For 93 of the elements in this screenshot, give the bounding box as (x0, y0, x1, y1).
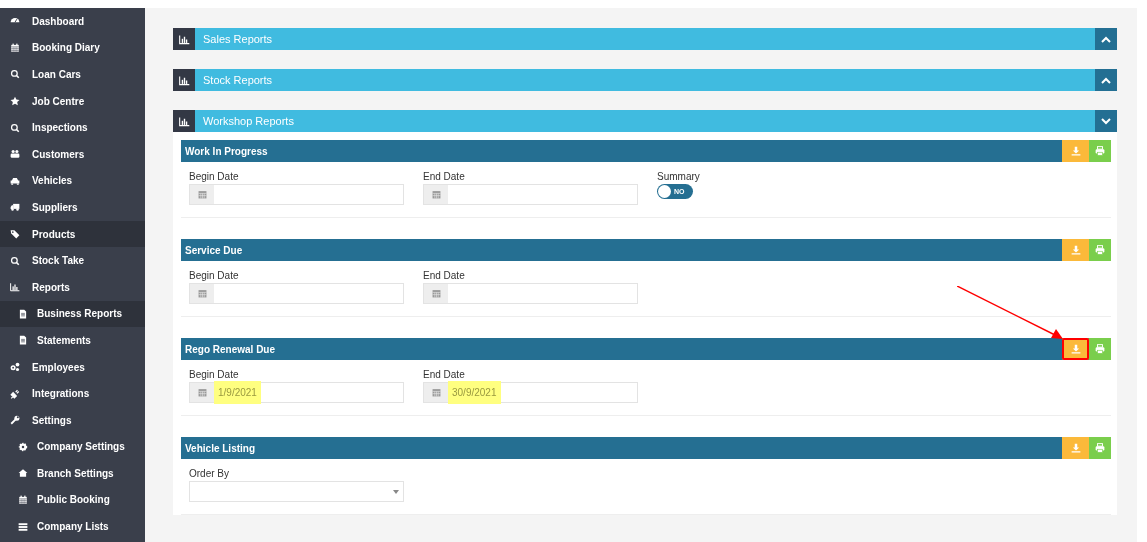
wrench-icon (10, 415, 20, 426)
download-icon (1070, 443, 1081, 453)
sidebar-item[interactable]: Job Centre (0, 87, 145, 115)
sidebar-item[interactable]: Employees (0, 353, 145, 381)
date-value: 30/9/2021 (448, 381, 501, 404)
date-field[interactable] (423, 184, 638, 205)
print-button[interactable] (1089, 140, 1111, 162)
field-label: Begin Date (189, 369, 240, 380)
sidebar-item[interactable]: Customers (0, 140, 145, 168)
order-by-dropdown[interactable] (189, 481, 404, 502)
calendar-icon (431, 388, 441, 397)
field-label: Begin Date (189, 171, 240, 182)
download-icon (1070, 146, 1081, 156)
sidebar-item[interactable]: Stock Take (0, 247, 145, 274)
plug-icon (10, 388, 20, 399)
chevron-up-icon (1101, 76, 1111, 84)
chart-icon (178, 74, 190, 86)
field-label: End Date (423, 369, 466, 380)
chart-icon (178, 33, 190, 45)
chart-icon (178, 115, 190, 127)
sidebar-item[interactable]: Company Lists (0, 513, 145, 540)
file-icon (18, 335, 28, 346)
collapse-toggle[interactable] (1095, 110, 1117, 132)
collapse-toggle[interactable] (1095, 28, 1117, 50)
print-button[interactable] (1089, 239, 1111, 261)
collapse-toggle[interactable] (1095, 69, 1117, 91)
list-icon (18, 521, 28, 532)
sidebar-item[interactable]: Loan Cars (0, 61, 145, 88)
report-title: Work In Progress (184, 144, 269, 159)
sidebar-item[interactable]: Business Reports (0, 300, 145, 328)
home-icon (18, 468, 28, 479)
search-icon (10, 69, 20, 80)
sidebar-item[interactable]: Suppliers (0, 194, 145, 221)
sidebar-item[interactable]: Integrations (0, 380, 145, 407)
calendar-icon (197, 388, 207, 397)
car-icon (10, 175, 20, 186)
printer-icon (1095, 245, 1105, 255)
download-icon (1070, 344, 1081, 354)
printer-icon (1095, 443, 1105, 453)
sidebar-item[interactable]: Inspections (0, 114, 145, 141)
field-label: End Date (423, 270, 466, 281)
field-label: Order By (189, 468, 230, 479)
panel-title: Stock Reports (202, 73, 274, 88)
calendar-icon (431, 289, 441, 298)
printer-icon (1095, 146, 1105, 156)
panel-title: Workshop Reports (202, 114, 295, 129)
truck-icon (10, 202, 20, 213)
report-title: Vehicle Listing (184, 441, 257, 456)
print-button[interactable] (1089, 338, 1111, 360)
chevron-up-icon (1101, 35, 1111, 43)
download-button[interactable] (1062, 338, 1089, 360)
field-label: End Date (423, 171, 466, 182)
print-button[interactable] (1089, 437, 1111, 459)
date-field[interactable] (423, 283, 638, 304)
download-button[interactable] (1062, 437, 1089, 459)
caret-icon (393, 489, 399, 494)
sidebar-item[interactable]: Products (0, 220, 145, 248)
calendar-icon (197, 289, 207, 298)
search-icon (10, 122, 20, 133)
sidebar-item[interactable]: Branch Settings (0, 460, 145, 487)
gear-icon (18, 441, 28, 452)
sidebar-item[interactable]: Booking Diary (0, 34, 145, 62)
sidebar-item[interactable]: Public Booking (0, 486, 145, 514)
date-value: 1/9/2021 (214, 381, 261, 404)
download-button[interactable] (1062, 239, 1089, 261)
calendar-icon (431, 190, 441, 199)
sidebar-item[interactable]: Reports (0, 273, 145, 301)
sidebar-item[interactable]: Vehicles (0, 167, 145, 195)
search-icon (10, 255, 20, 266)
sidebar-item[interactable]: Dashboard (0, 8, 145, 35)
calendar-icon (197, 190, 207, 199)
download-icon (1070, 245, 1081, 255)
star-icon (10, 96, 20, 107)
sidebar-item[interactable]: Company Settings (0, 433, 145, 461)
sidebar-item[interactable]: Statements (0, 327, 145, 354)
printer-icon (1095, 344, 1105, 354)
date-field[interactable] (189, 283, 404, 304)
panel-title: Sales Reports (202, 32, 274, 47)
field-label: Summary (657, 171, 701, 182)
report-title: Rego Renewal Due (184, 342, 277, 357)
sidebar-item[interactable]: Settings (0, 406, 145, 434)
tag-icon (10, 229, 20, 240)
field-label: Begin Date (189, 270, 240, 281)
calendar-icon (18, 495, 28, 505)
gears-icon (10, 362, 20, 372)
date-field[interactable] (189, 184, 404, 205)
chart-icon (10, 282, 20, 293)
report-title: Service Due (184, 243, 244, 258)
download-button[interactable] (1062, 140, 1089, 162)
users-icon (10, 149, 20, 160)
chevron-down-icon (1101, 117, 1111, 125)
calendar-icon (10, 42, 20, 53)
file-icon (18, 308, 28, 319)
